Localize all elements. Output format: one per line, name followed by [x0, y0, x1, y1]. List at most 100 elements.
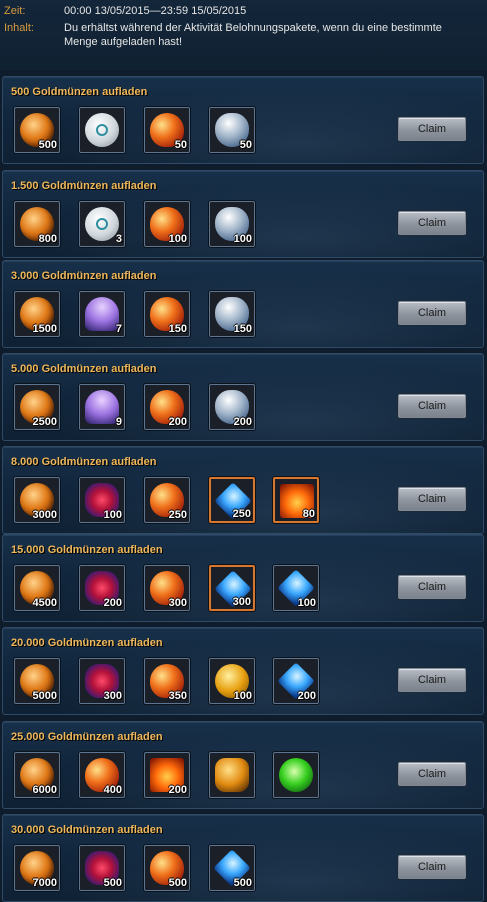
reward-slot[interactable]: 100	[273, 565, 319, 611]
reward-slot[interactable]: 100	[209, 658, 255, 704]
content-value: Du erhältst während der Aktivität Belohn…	[64, 22, 442, 48]
reward-tier-panel: 3.000 Goldmünzen aufladen 1500 7 150 150 Clai…	[2, 260, 484, 348]
reward-slot[interactable]: 200	[79, 565, 125, 611]
reward-slot[interactable]: 250	[209, 477, 255, 523]
reward-slot[interactable]: 150	[209, 291, 255, 337]
reward-slot[interactable]: 3	[79, 201, 125, 247]
reward-quantity: 300	[168, 597, 187, 609]
reward-quantity: 1500	[32, 323, 57, 335]
reward-slot[interactable]: 500	[14, 107, 60, 153]
reward-tier-panel: 8.000 Goldmünzen aufladen 3000 100 250 250 80…	[2, 446, 484, 534]
reward-quantity: 5000	[32, 690, 57, 702]
reward-tier-panel: 15.000 Goldmünzen aufladen 4500 200 300 300 1…	[2, 534, 484, 622]
reward-quantity: 9	[115, 416, 122, 428]
tier-title: 8.000 Goldmünzen aufladen	[11, 456, 157, 468]
content-label: Inhalt:	[4, 22, 34, 34]
claim-button[interactable]: Claim	[398, 855, 466, 879]
reward-slot[interactable]: 5000	[14, 658, 60, 704]
reward-slot[interactable]: 7000	[14, 845, 60, 891]
claim-button[interactable]: Claim	[398, 575, 466, 599]
reward-slot[interactable]: 350	[144, 658, 190, 704]
reward-slot[interactable]: 800	[14, 201, 60, 247]
emerald-icon	[279, 758, 313, 792]
reward-slot[interactable]: 4500	[14, 565, 60, 611]
tier-title: 1.500 Goldmünzen aufladen	[11, 180, 157, 192]
claim-button[interactable]: Claim	[398, 301, 466, 325]
reward-slot[interactable]: 50	[209, 107, 255, 153]
reward-slot[interactable]: 300	[209, 565, 255, 611]
claim-button[interactable]: Claim	[398, 394, 466, 418]
reward-slot[interactable]: 500	[144, 845, 190, 891]
reward-slot[interactable]: 9	[79, 384, 125, 430]
tier-title: 20.000 Goldmünzen aufladen	[11, 637, 163, 649]
reward-slot[interactable]	[79, 107, 125, 153]
reward-quantity: 250	[232, 508, 251, 520]
reward-quantity: 7000	[32, 877, 57, 889]
reward-quantity: 80	[302, 508, 315, 520]
reward-quantity: 3	[115, 233, 122, 245]
claim-button[interactable]: Claim	[398, 211, 466, 235]
reward-slot[interactable]: 100	[144, 201, 190, 247]
reward-quantity: 200	[168, 416, 187, 428]
reward-slot[interactable]: 3000	[14, 477, 60, 523]
reward-quantity: 100	[233, 233, 252, 245]
egg-icon	[85, 207, 119, 241]
reward-slot[interactable]: 200	[144, 384, 190, 430]
tier-title: 30.000 Goldmünzen aufladen	[11, 824, 163, 836]
reward-slot[interactable]: 100	[79, 477, 125, 523]
reward-slot[interactable]: 100	[209, 201, 255, 247]
claim-button[interactable]: Claim	[398, 668, 466, 692]
reward-quantity: 500	[103, 877, 122, 889]
reward-quantity: 300	[103, 690, 122, 702]
reward-tier-panel: 5.000 Goldmünzen aufladen 2500 9 200 200 Clai…	[2, 353, 484, 441]
reward-slot[interactable]: 150	[144, 291, 190, 337]
reward-tier-panel: 30.000 Goldmünzen aufladen 7000 500 500 500 C…	[2, 814, 484, 902]
reward-quantity: 200	[297, 690, 316, 702]
tier-title: 15.000 Goldmünzen aufladen	[11, 544, 163, 556]
tier-title: 5.000 Goldmünzen aufladen	[11, 363, 157, 375]
reward-slot[interactable]: 50	[144, 107, 190, 153]
reward-quantity: 100	[233, 690, 252, 702]
tier-title: 3.000 Goldmünzen aufladen	[11, 270, 157, 282]
reward-slot[interactable]: 200	[273, 658, 319, 704]
reward-quantity: 300	[232, 596, 251, 608]
reward-slot[interactable]: 300	[79, 658, 125, 704]
reward-slot[interactable]: 6000	[14, 752, 60, 798]
jelly-icon	[85, 390, 119, 424]
reward-quantity: 500	[233, 877, 252, 889]
reward-slot[interactable]: 1500	[14, 291, 60, 337]
reward-slot[interactable]: 500	[209, 845, 255, 891]
reward-quantity: 6000	[32, 784, 57, 796]
claim-button[interactable]: Claim	[398, 762, 466, 786]
reward-slot[interactable]: 400	[79, 752, 125, 798]
reward-tier-panel: 500 Goldmünzen aufladen 500 50 50 Claim	[2, 76, 484, 164]
reward-quantity: 7	[115, 323, 122, 335]
claim-button[interactable]: Claim	[398, 487, 466, 511]
reward-slot[interactable]: 80	[273, 477, 319, 523]
amber-stone-icon	[215, 758, 249, 792]
reward-slot[interactable]: 200	[144, 752, 190, 798]
reward-quantity: 500	[168, 877, 187, 889]
reward-quantity: 100	[168, 233, 187, 245]
reward-slot[interactable]: 250	[144, 477, 190, 523]
reward-quantity: 3000	[32, 509, 57, 521]
reward-slot[interactable]	[273, 752, 319, 798]
reward-slot[interactable]: 300	[144, 565, 190, 611]
reward-slot[interactable]: 500	[79, 845, 125, 891]
reward-tier-panel: 25.000 Goldmünzen aufladen 6000 400 200 Clai…	[2, 721, 484, 809]
reward-quantity: 150	[168, 323, 187, 335]
reward-tier-panel: 20.000 Goldmünzen aufladen 5000 300 350 100 2…	[2, 627, 484, 715]
egg-icon	[85, 113, 119, 147]
reward-quantity: 800	[38, 233, 57, 245]
reward-slot[interactable]	[209, 752, 255, 798]
reward-quantity: 50	[174, 139, 187, 151]
reward-slot[interactable]: 200	[209, 384, 255, 430]
reward-quantity: 2500	[32, 416, 57, 428]
reward-quantity: 4500	[32, 597, 57, 609]
reward-slot[interactable]: 2500	[14, 384, 60, 430]
reward-quantity: 150	[233, 323, 252, 335]
reward-quantity: 400	[103, 784, 122, 796]
reward-slot[interactable]: 7	[79, 291, 125, 337]
claim-button[interactable]: Claim	[398, 117, 466, 141]
time-value: 00:00 13/05/2015—23:59 15/05/2015	[64, 5, 247, 17]
